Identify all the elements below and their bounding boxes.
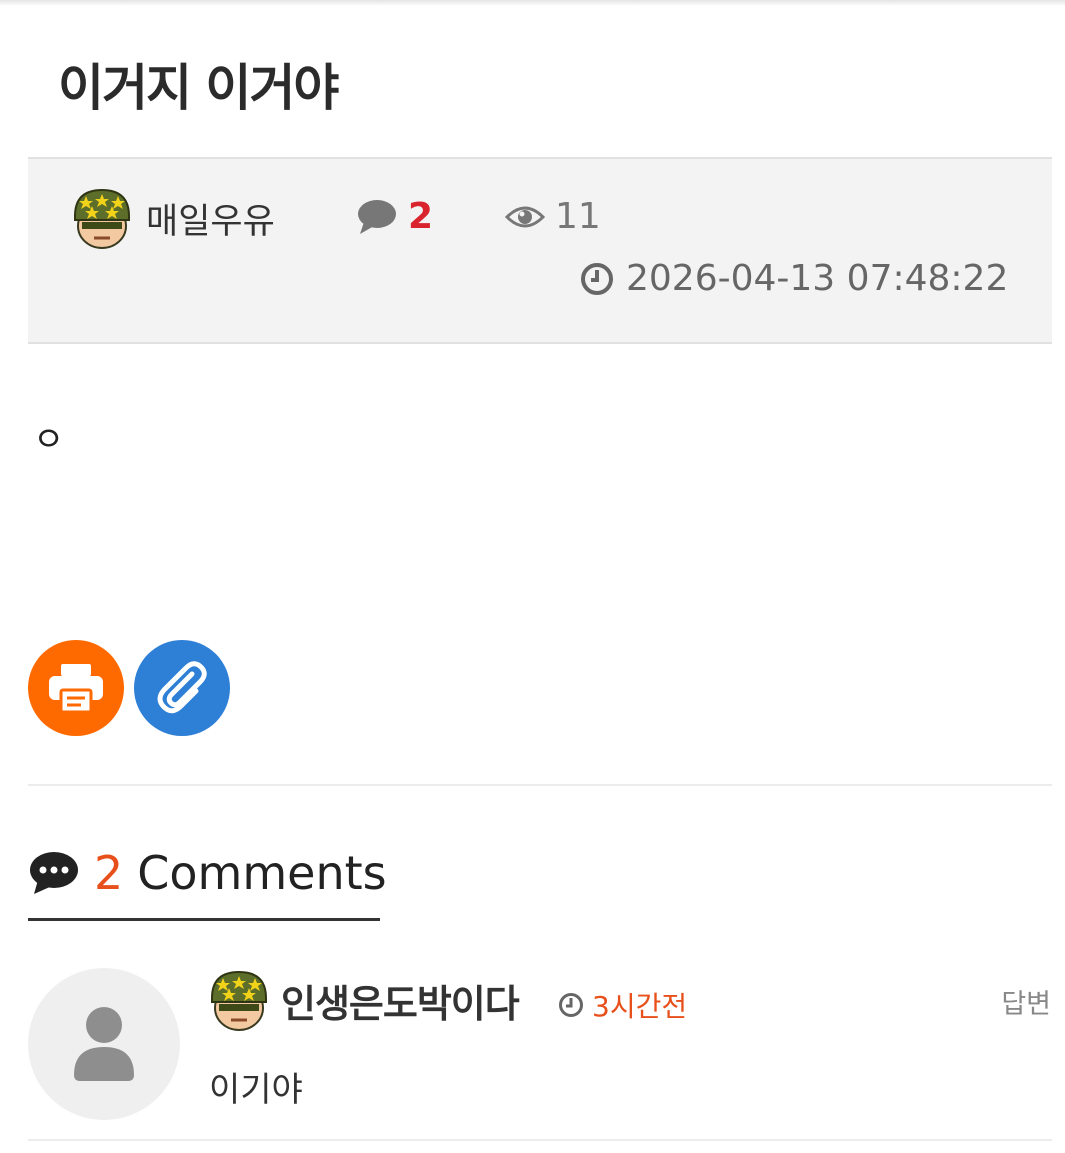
comments-header: 2 Comments [28, 846, 387, 900]
clock-icon [581, 262, 613, 295]
comments-underline [28, 918, 380, 921]
comments-label: Comments [137, 846, 387, 900]
post-title: 이거지 이거야 [58, 59, 339, 117]
post-comment-count: 2 [356, 196, 433, 237]
comment-time-text: 3시간전 [592, 990, 688, 1023]
post-author[interactable]: 매일우유 [70, 186, 275, 250]
avatar[interactable] [28, 968, 180, 1120]
section-divider [28, 784, 1052, 786]
post-body: ㅇ [33, 420, 65, 460]
paperclip-icon [157, 661, 207, 714]
post-datetime: 2026-04-13 07:48:22 [580, 258, 1008, 299]
printer-icon [49, 664, 103, 714]
level-badge-icon [211, 970, 267, 1031]
comment-time: 3시간전 [558, 985, 687, 1025]
print-button[interactable] [28, 640, 124, 736]
level-badge-icon [74, 188, 130, 249]
eye-icon [505, 206, 545, 227]
post-datetime-text: 2026-04-13 07:48:22 [626, 258, 1009, 299]
comments-icon [30, 852, 78, 894]
post-views: 11 [505, 196, 601, 237]
speech-bubble-icon [358, 199, 396, 234]
clock-icon [559, 993, 583, 1017]
comment-text: 이기야 [209, 1070, 303, 1110]
post-comment-count-value: 2 [408, 196, 434, 237]
comments-count: 2 [94, 846, 124, 900]
comment-divider [28, 1139, 1052, 1141]
link-button[interactable] [134, 640, 230, 736]
comment-author[interactable]: 인생은도박이다 [207, 968, 520, 1032]
top-shadow [0, 0, 1065, 6]
post-view-count: 11 [555, 196, 601, 237]
reply-button[interactable]: 답변 [1001, 982, 1051, 1021]
user-silhouette-icon [74, 1007, 134, 1081]
post-author-name: 매일우유 [146, 201, 275, 242]
comment-author-name: 인생은도박이다 [281, 981, 520, 1026]
